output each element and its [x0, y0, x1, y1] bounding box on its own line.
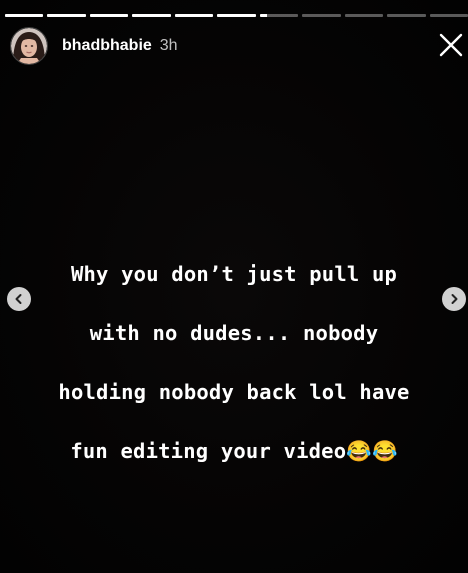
story-caption: Why you don’t just pull up with no dudes… — [10, 230, 458, 496]
progress-segment — [47, 14, 86, 17]
progress-segment — [5, 14, 44, 17]
progress-segment-fill — [89, 14, 129, 17]
chevron-left-icon — [15, 294, 22, 304]
story-viewer: bhadbhabie 3h Why you don’t just pull up… — [0, 0, 468, 573]
progress-segment-fill — [217, 14, 256, 17]
progress-segment — [174, 14, 214, 17]
progress-segment-fill — [174, 14, 214, 17]
story-progress-bar — [5, 14, 468, 17]
progress-segment — [89, 14, 129, 17]
progress-segment-fill — [132, 14, 171, 17]
avatar-image — [11, 28, 47, 64]
next-story-button[interactable] — [442, 287, 466, 311]
progress-segment — [387, 14, 426, 17]
previous-story-button[interactable] — [7, 287, 31, 311]
avatar[interactable] — [10, 27, 48, 65]
progress-segment-fill — [47, 14, 86, 17]
progress-segment-fill — [5, 14, 44, 17]
progress-segment — [302, 14, 341, 17]
progress-segment — [132, 14, 171, 17]
story-username[interactable]: bhadbhabie — [62, 37, 152, 55]
caption-line: holding nobody back lol have — [58, 379, 410, 404]
story-timestamp: 3h — [159, 37, 178, 54]
progress-segment — [259, 14, 299, 17]
progress-segment — [344, 14, 384, 17]
progress-segment — [429, 14, 468, 17]
caption-line: with no dudes... nobody — [89, 320, 379, 345]
caption-line: fun editing your video😂😂 — [70, 438, 398, 463]
close-button[interactable] — [438, 32, 464, 58]
chevron-right-icon — [451, 294, 458, 304]
caption-line: Why you don’t just pull up — [70, 261, 398, 286]
progress-segment — [217, 14, 256, 17]
story-header: bhadbhabie 3h — [10, 27, 178, 65]
close-icon — [439, 33, 463, 57]
progress-segment-fill — [259, 14, 268, 17]
